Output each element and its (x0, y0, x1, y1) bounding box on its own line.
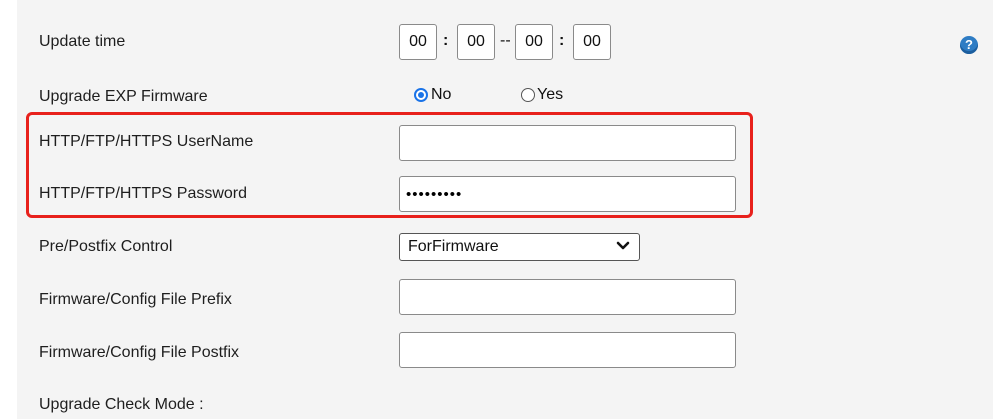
end-hour-input[interactable]: 00 (515, 24, 553, 60)
start-minute-input[interactable]: 00 (457, 24, 495, 60)
file-prefix-input[interactable] (399, 279, 736, 315)
radio-yes[interactable] (521, 88, 535, 102)
file-postfix-label: Firmware/Config File Postfix (39, 344, 240, 361)
http-password-label: HTTP/FTP/HTTPS Password (39, 185, 248, 202)
start-hour-input[interactable]: 00 (399, 24, 437, 60)
prepostfix-control-label: Pre/Postfix Control (39, 238, 173, 255)
http-username-label: HTTP/FTP/HTTPS UserName (39, 133, 254, 150)
upgrade-check-mode-label: Upgrade Check Mode : (39, 396, 204, 413)
help-question-icon[interactable]: ? (960, 36, 978, 54)
radio-no[interactable] (414, 88, 428, 102)
prepostfix-control-select[interactable]: ForFirmware (399, 233, 640, 261)
chevron-down-icon (616, 241, 630, 250)
update-time-label: Update time (39, 33, 126, 50)
radio-no-label: No (431, 86, 452, 103)
time-colon: : (443, 32, 449, 49)
prepostfix-control-value: ForFirmware (408, 238, 499, 255)
radio-yes-label: Yes (537, 86, 564, 103)
time-colon: : (559, 32, 565, 49)
http-username-input[interactable] (399, 125, 736, 161)
time-range-dash: -- (500, 32, 511, 49)
file-postfix-input[interactable] (399, 332, 736, 368)
file-prefix-label: Firmware/Config File Prefix (39, 291, 232, 308)
upgrade-exp-firmware-label: Upgrade EXP Firmware (39, 88, 208, 105)
http-password-input[interactable] (399, 176, 736, 212)
end-minute-input[interactable]: 00 (573, 24, 611, 60)
